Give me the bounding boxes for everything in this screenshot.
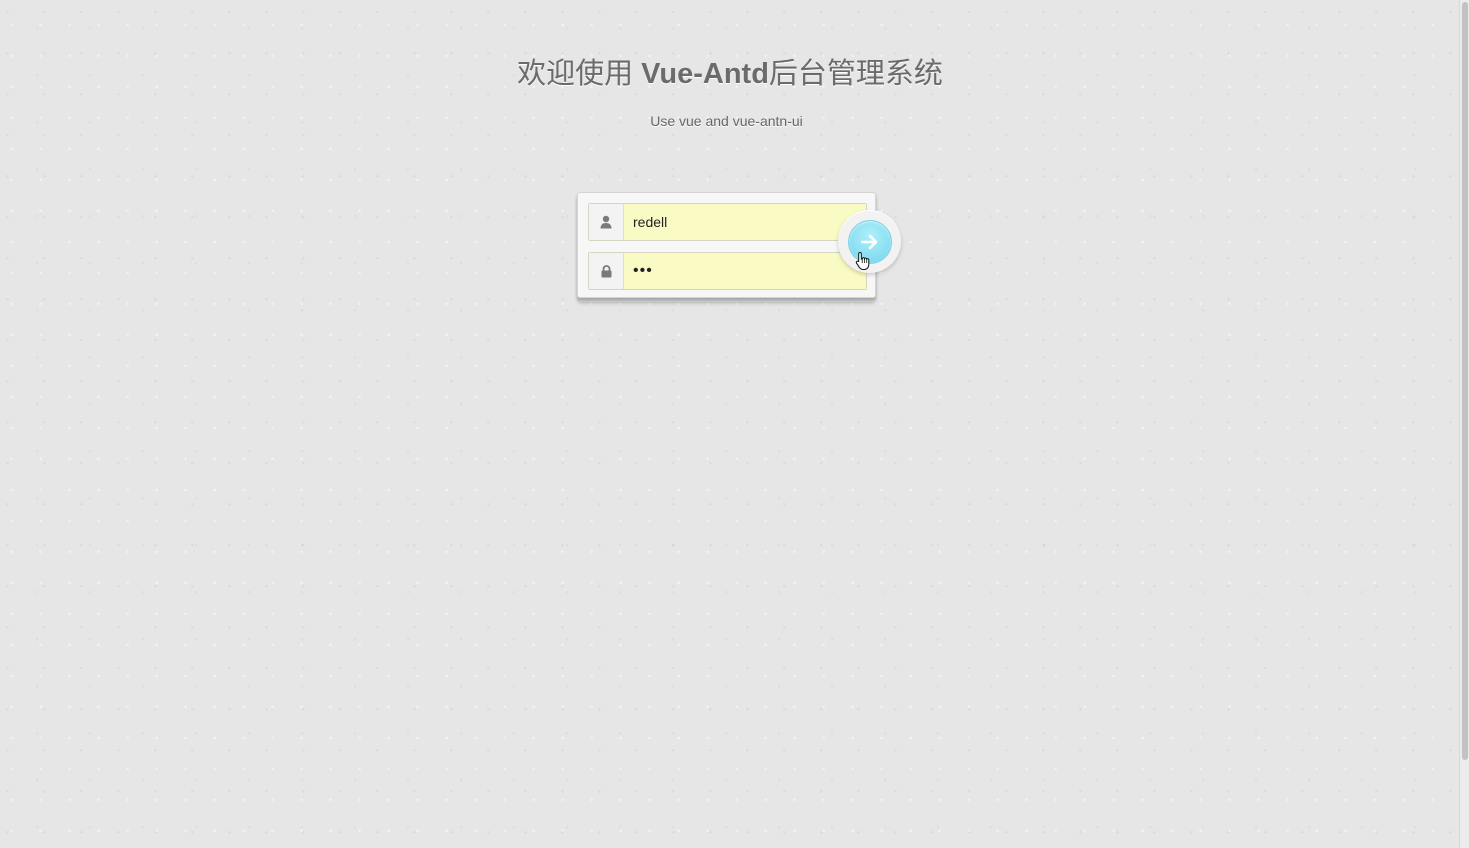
username-field	[588, 203, 867, 241]
title-prefix: 欢迎使用	[517, 58, 642, 90]
title-suffix: 后台管理系统	[768, 58, 943, 90]
username-input[interactable]	[624, 204, 866, 240]
page-title: 欢迎使用 Vue-Antd后台管理系统	[0, 50, 1460, 92]
page-subtitle: Use vue and vue-antn-ui	[650, 113, 803, 129]
submit-button-ring	[838, 210, 901, 273]
page-scrollbar[interactable]	[1459, 0, 1469, 848]
lock-icon	[589, 253, 624, 289]
arrow-right-icon	[860, 234, 877, 249]
scrollbar-thumb[interactable]	[1462, 2, 1468, 760]
login-submit-button[interactable]	[847, 219, 892, 264]
password-field	[588, 252, 867, 290]
login-form	[577, 192, 876, 298]
title-brand: Vue-Antd	[641, 58, 769, 90]
user-icon	[589, 204, 624, 240]
password-input[interactable]	[624, 253, 866, 289]
